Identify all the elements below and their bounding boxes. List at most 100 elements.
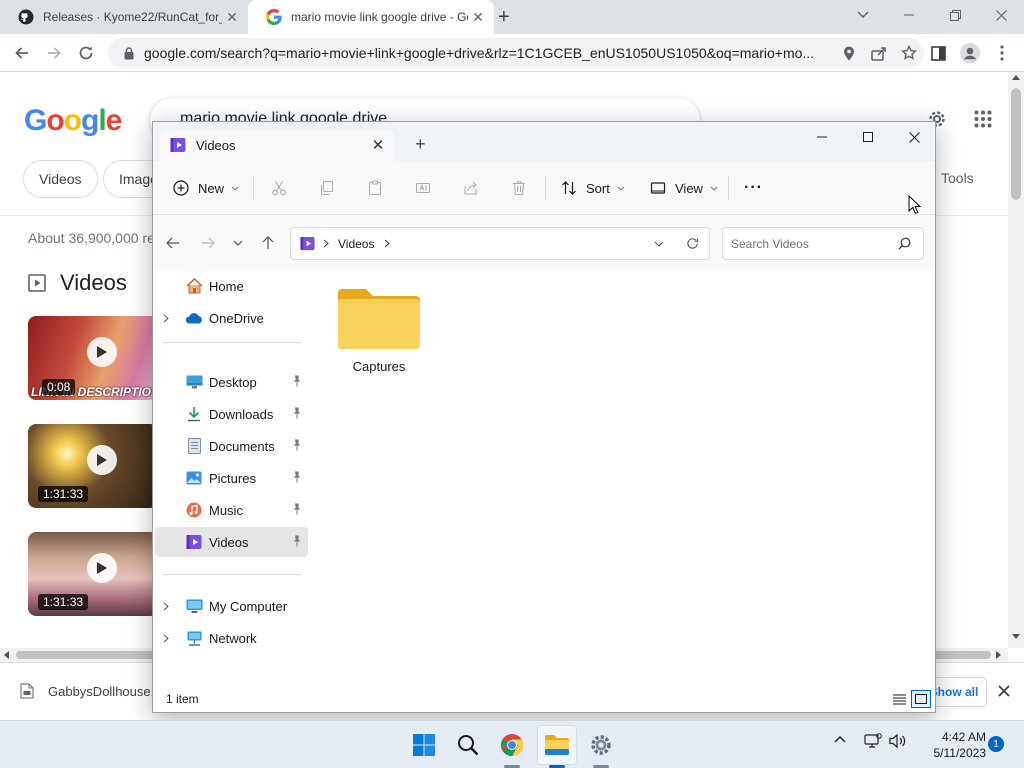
volume-icon[interactable] [889, 733, 907, 749]
reload-button[interactable] [74, 41, 98, 65]
close-tab-icon[interactable]: ✕ [468, 9, 488, 26]
browser-restore-button[interactable] [932, 0, 978, 30]
chevron-right-icon[interactable] [384, 239, 391, 248]
see-more-button[interactable]: ··· [744, 161, 763, 215]
google-logo[interactable]: Google [24, 104, 122, 138]
location-pin-icon[interactable] [834, 46, 864, 61]
share-icon[interactable] [864, 46, 894, 61]
taskbar-clock[interactable]: 4:42 AM 5/11/2023 [912, 729, 987, 761]
videos-heading: Videos [28, 270, 127, 296]
toolbar-divider [253, 176, 254, 200]
bookmark-star-icon[interactable] [894, 45, 924, 61]
minimize-icon [904, 14, 914, 16]
notification-badge[interactable]: 1 [988, 736, 1004, 752]
explorer-address-bar[interactable]: Videos [290, 227, 710, 260]
pin-icon[interactable] [292, 407, 302, 422]
nav-item-documents[interactable]: Documents [155, 431, 308, 461]
taskbar-search-button[interactable] [452, 729, 484, 761]
scrollbar-thumb[interactable] [1011, 88, 1021, 200]
explorer-search-input[interactable] [731, 236, 898, 251]
see-more-label: ··· [744, 179, 763, 196]
explorer-minimize-button[interactable] [799, 122, 845, 152]
chevron-right-icon[interactable] [155, 634, 177, 643]
close-tab-icon[interactable]: ✕ [366, 136, 390, 154]
nav-item-music[interactable]: Music [155, 495, 308, 525]
view-button[interactable]: View [650, 161, 718, 215]
profile-button[interactable] [958, 41, 982, 65]
chevron-down-icon[interactable] [654, 241, 664, 247]
taskbar-settings[interactable] [585, 729, 617, 761]
lock-icon[interactable] [118, 46, 140, 60]
page-vertical-scrollbar[interactable] [1008, 72, 1024, 648]
nav-item-onedrive[interactable]: OneDrive [155, 303, 308, 333]
pin-icon[interactable] [292, 503, 302, 518]
nav-item-home[interactable]: Home [155, 271, 308, 301]
nav-item-downloads[interactable]: Downloads [155, 399, 308, 429]
refresh-icon[interactable] [686, 237, 699, 250]
tab-search-button[interactable] [840, 0, 886, 30]
plus-circle-icon [173, 180, 189, 196]
scroll-down-arrow[interactable] [1012, 634, 1020, 639]
taskbar-file-explorer[interactable] [541, 729, 573, 761]
share-button[interactable] [463, 161, 479, 215]
explorer-maximize-button[interactable] [845, 122, 891, 152]
pin-icon[interactable] [292, 439, 302, 454]
chip-videos[interactable]: Videos [23, 160, 98, 198]
scroll-up-arrow[interactable] [1012, 75, 1020, 80]
browser-close-button[interactable] [978, 0, 1024, 30]
recent-locations-button[interactable] [224, 229, 252, 257]
tiles-view-button[interactable] [911, 690, 931, 708]
apps-grid-icon[interactable] [974, 110, 992, 131]
side-panel-button[interactable] [926, 41, 950, 65]
browser-tab-releases[interactable]: Releases · Kyome22/RunCat_for_win ✕ [0, 0, 248, 34]
pin-icon[interactable] [292, 471, 302, 486]
scroll-left-arrow[interactable] [4, 651, 9, 659]
pin-icon[interactable] [292, 375, 302, 390]
start-button[interactable] [408, 729, 440, 761]
video-thumbnail[interactable]: 1:31:33 [28, 424, 158, 508]
explorer-new-tab-button[interactable]: + [415, 134, 426, 155]
new-tab-button[interactable]: + [498, 6, 510, 29]
explorer-forward-button[interactable] [194, 229, 222, 257]
explorer-up-button[interactable] [254, 229, 282, 257]
chevron-right-icon[interactable] [155, 314, 177, 323]
nav-item-network[interactable]: Network [155, 623, 308, 653]
video-duration: 0:08 [42, 379, 76, 395]
sort-button[interactable]: Sort [561, 161, 625, 215]
details-view-button[interactable] [889, 690, 909, 708]
explorer-search-box[interactable] [722, 227, 924, 260]
close-download-bar-icon[interactable] [998, 685, 1010, 700]
delete-button[interactable] [511, 161, 527, 215]
explorer-close-button[interactable] [891, 122, 937, 152]
explorer-tab-videos[interactable]: Videos ✕ [160, 129, 394, 161]
forward-button[interactable] [42, 41, 66, 65]
rename-button[interactable] [415, 161, 431, 215]
video-thumbnail[interactable]: LINK IN DESCRIPTION 0:08 [28, 316, 158, 400]
copy-button[interactable] [319, 161, 335, 215]
chevron-right-icon[interactable] [155, 602, 177, 611]
scroll-right-arrow[interactable] [996, 651, 1001, 659]
folder-item-captures[interactable]: Captures [333, 285, 425, 393]
nav-item-desktop[interactable]: Desktop [155, 367, 308, 397]
network-status-icon[interactable] [864, 733, 882, 749]
browser-menu-button[interactable] [990, 41, 1014, 65]
close-tab-icon[interactable]: ✕ [222, 9, 242, 26]
new-button[interactable]: New [173, 161, 239, 215]
show-hidden-icons-button[interactable] [834, 735, 846, 743]
cut-button[interactable] [271, 161, 287, 215]
nav-item-my-computer[interactable]: My Computer [155, 591, 308, 621]
back-button[interactable] [10, 41, 34, 65]
nav-item-pictures[interactable]: Pictures [155, 463, 308, 493]
video-thumbnail[interactable]: 1:31:33 [28, 532, 158, 616]
tools-button[interactable]: Tools [941, 170, 974, 186]
pin-icon[interactable] [292, 535, 302, 550]
explorer-back-button[interactable] [159, 229, 187, 257]
breadcrumb-videos[interactable]: Videos [338, 237, 374, 251]
address-bar[interactable]: google.com/search?q=mario+movie+link+goo… [108, 38, 924, 68]
browser-minimize-button[interactable] [886, 0, 932, 30]
clock-time: 4:42 AM [941, 730, 986, 744]
nav-item-videos[interactable]: Videos [155, 527, 308, 557]
browser-tab-google[interactable]: mario movie link google drive - Google S… [248, 0, 494, 34]
taskbar-chrome[interactable] [496, 729, 528, 761]
paste-button[interactable] [367, 161, 383, 215]
